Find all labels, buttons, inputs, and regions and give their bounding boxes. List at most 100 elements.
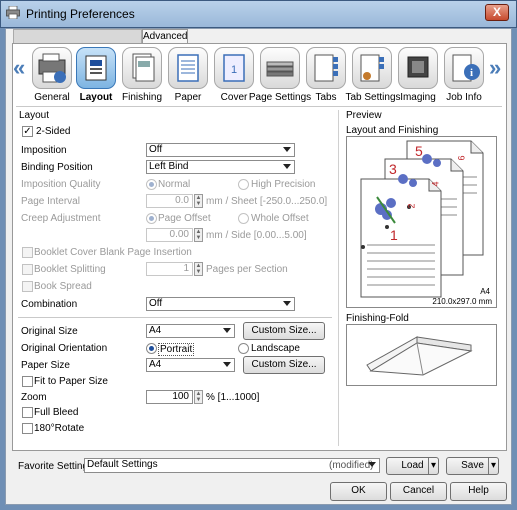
quality-high-radio[interactable] (238, 179, 249, 190)
paper-size-value: A4 (149, 359, 162, 370)
binding-position-label: Binding Position (21, 162, 93, 173)
imposition-select[interactable]: Off (146, 143, 295, 157)
booklet-blank-checkbox[interactable] (22, 247, 33, 258)
tab-settings-icon (360, 54, 384, 82)
nav-cover-button[interactable]: 1 (214, 47, 254, 89)
layout-icon (85, 55, 107, 81)
page-number-5: 5 (415, 143, 423, 159)
tabs-icon (314, 54, 338, 82)
booklet-splitting-input[interactable]: 1 (146, 262, 193, 276)
finishing-icon (132, 53, 155, 82)
nav-tab-settings-button[interactable] (352, 47, 392, 89)
nav-page-settings-button[interactable] (260, 47, 300, 89)
page-interval-input[interactable]: 0.0 (146, 194, 193, 208)
scroll-right-icon[interactable]: » (489, 55, 501, 81)
favorite-setting-select[interactable]: Default Settings (modified) (84, 458, 380, 473)
favorite-setting-value: Default Settings (87, 459, 158, 470)
rotate-180-checkbox[interactable] (22, 423, 33, 434)
finishing-fold-label: Finishing-Fold (346, 313, 409, 324)
original-orientation-label: Original Orientation (21, 343, 108, 354)
svg-text:1: 1 (231, 64, 237, 76)
page-number-6: 6 (456, 155, 467, 161)
paper-name: A4 (480, 287, 490, 296)
nav-layout-button[interactable] (76, 47, 116, 89)
creep-value-stepper[interactable]: ▲ ▼ (194, 228, 203, 242)
imposition-value: Off (149, 144, 163, 155)
tab-advanced[interactable]: Advanced (142, 29, 188, 44)
page-number-2: 2 (406, 203, 417, 209)
book-spread-checkbox[interactable] (22, 281, 33, 292)
zoom-input[interactable]: 100 (146, 390, 193, 404)
help-button[interactable]: Help (450, 482, 507, 501)
fold-illustration (366, 336, 473, 376)
nav-finishing-button[interactable] (122, 47, 162, 89)
combination-label: Combination (21, 299, 78, 310)
original-size-label: Original Size (21, 326, 78, 337)
chevron-down-icon: ▾ (427, 458, 436, 474)
binding-position-select[interactable]: Left Bind (146, 160, 295, 174)
layout-finishing-label: Layout and Finishing (346, 125, 439, 136)
section-divider (338, 110, 339, 446)
load-label: Load (401, 460, 424, 471)
fit-to-paper-checkbox[interactable] (22, 376, 33, 387)
imposition-label: Imposition (21, 145, 67, 156)
booklet-splitting-checkbox[interactable] (22, 264, 33, 275)
two-sided-label: 2-Sided (36, 126, 71, 137)
close-button[interactable]: X (485, 4, 509, 21)
creep-value-input[interactable]: 0.00 (146, 228, 193, 242)
original-custom-size-button[interactable]: Custom Size... (243, 322, 325, 340)
scroll-left-icon[interactable]: « (13, 55, 25, 81)
fold-preview (346, 324, 497, 386)
ok-button[interactable]: OK (330, 482, 387, 501)
page-offset-label: Page Offset (158, 213, 211, 224)
landscape-radio[interactable] (238, 343, 249, 354)
quality-normal-radio[interactable] (146, 179, 157, 190)
imaging-icon (407, 56, 429, 78)
binding-position-value: Left Bind (149, 161, 189, 172)
booklet-splitting-stepper[interactable]: ▲ ▼ (194, 262, 203, 276)
paper-size-select[interactable]: A4 (146, 358, 235, 372)
nav-paper-button[interactable] (168, 47, 208, 89)
two-sided-checkbox[interactable]: ✓ (22, 126, 33, 137)
portrait-radio[interactable] (146, 343, 157, 354)
original-size-select[interactable]: A4 (146, 324, 235, 338)
layout-preview: 1 2 3 4 5 6 A4 210.0x297.0 mm (346, 136, 497, 308)
full-bleed-checkbox[interactable] (22, 407, 33, 418)
page-number-1: 1 (390, 227, 398, 243)
tab-basic[interactable] (13, 29, 142, 43)
whole-offset-radio[interactable] (238, 213, 249, 224)
save-button[interactable]: Save ▾ (446, 457, 499, 475)
page-interval-unit: mm / Sheet [-250.0...250.0] (206, 196, 328, 207)
booklet-splitting-label: Booklet Splitting (34, 264, 106, 275)
portrait-label: Portrait (158, 343, 195, 356)
quality-high-label: High Precision (251, 179, 316, 190)
window-title: Printing Preferences (26, 7, 135, 21)
creep-value-unit: mm / Side [0.00...5.00] (206, 230, 307, 241)
nav-label-job-info: Job Info (446, 92, 482, 103)
chevron-down-icon (283, 301, 291, 306)
combination-select[interactable]: Off (146, 297, 295, 311)
page-number-3: 3 (389, 161, 397, 177)
layout-section-title: Layout (19, 110, 50, 121)
chevron-down-icon: ▾ (487, 458, 496, 474)
paper-custom-size-button[interactable]: Custom Size... (243, 356, 325, 374)
book-spread-label: Book Spread (34, 281, 92, 292)
cancel-button[interactable]: Cancel (390, 482, 447, 501)
nav-imaging-button[interactable] (398, 47, 438, 89)
nav-tabs-button[interactable] (306, 47, 346, 89)
original-size-value: A4 (149, 325, 162, 336)
booklet-preview-illustration (360, 140, 484, 298)
page-offset-radio[interactable] (146, 213, 157, 224)
nav-job-info-button[interactable]: i (444, 47, 484, 89)
creep-adjustment-label: Creep Adjustment (21, 213, 101, 224)
zoom-stepper[interactable]: ▲ ▼ (194, 390, 203, 404)
full-bleed-label: Full Bleed (34, 407, 79, 418)
imposition-quality-label: Imposition Quality (21, 179, 101, 190)
job-info-icon: i (452, 54, 480, 82)
booklet-splitting-unit: Pages per Section (206, 264, 288, 275)
zoom-label: Zoom (21, 392, 47, 403)
load-button[interactable]: Load ▾ (386, 457, 439, 475)
page-interval-stepper[interactable]: ▲ ▼ (194, 194, 203, 208)
nav-general-button[interactable] (32, 47, 72, 89)
favorite-setting-label: Favorite Setting (18, 461, 89, 472)
